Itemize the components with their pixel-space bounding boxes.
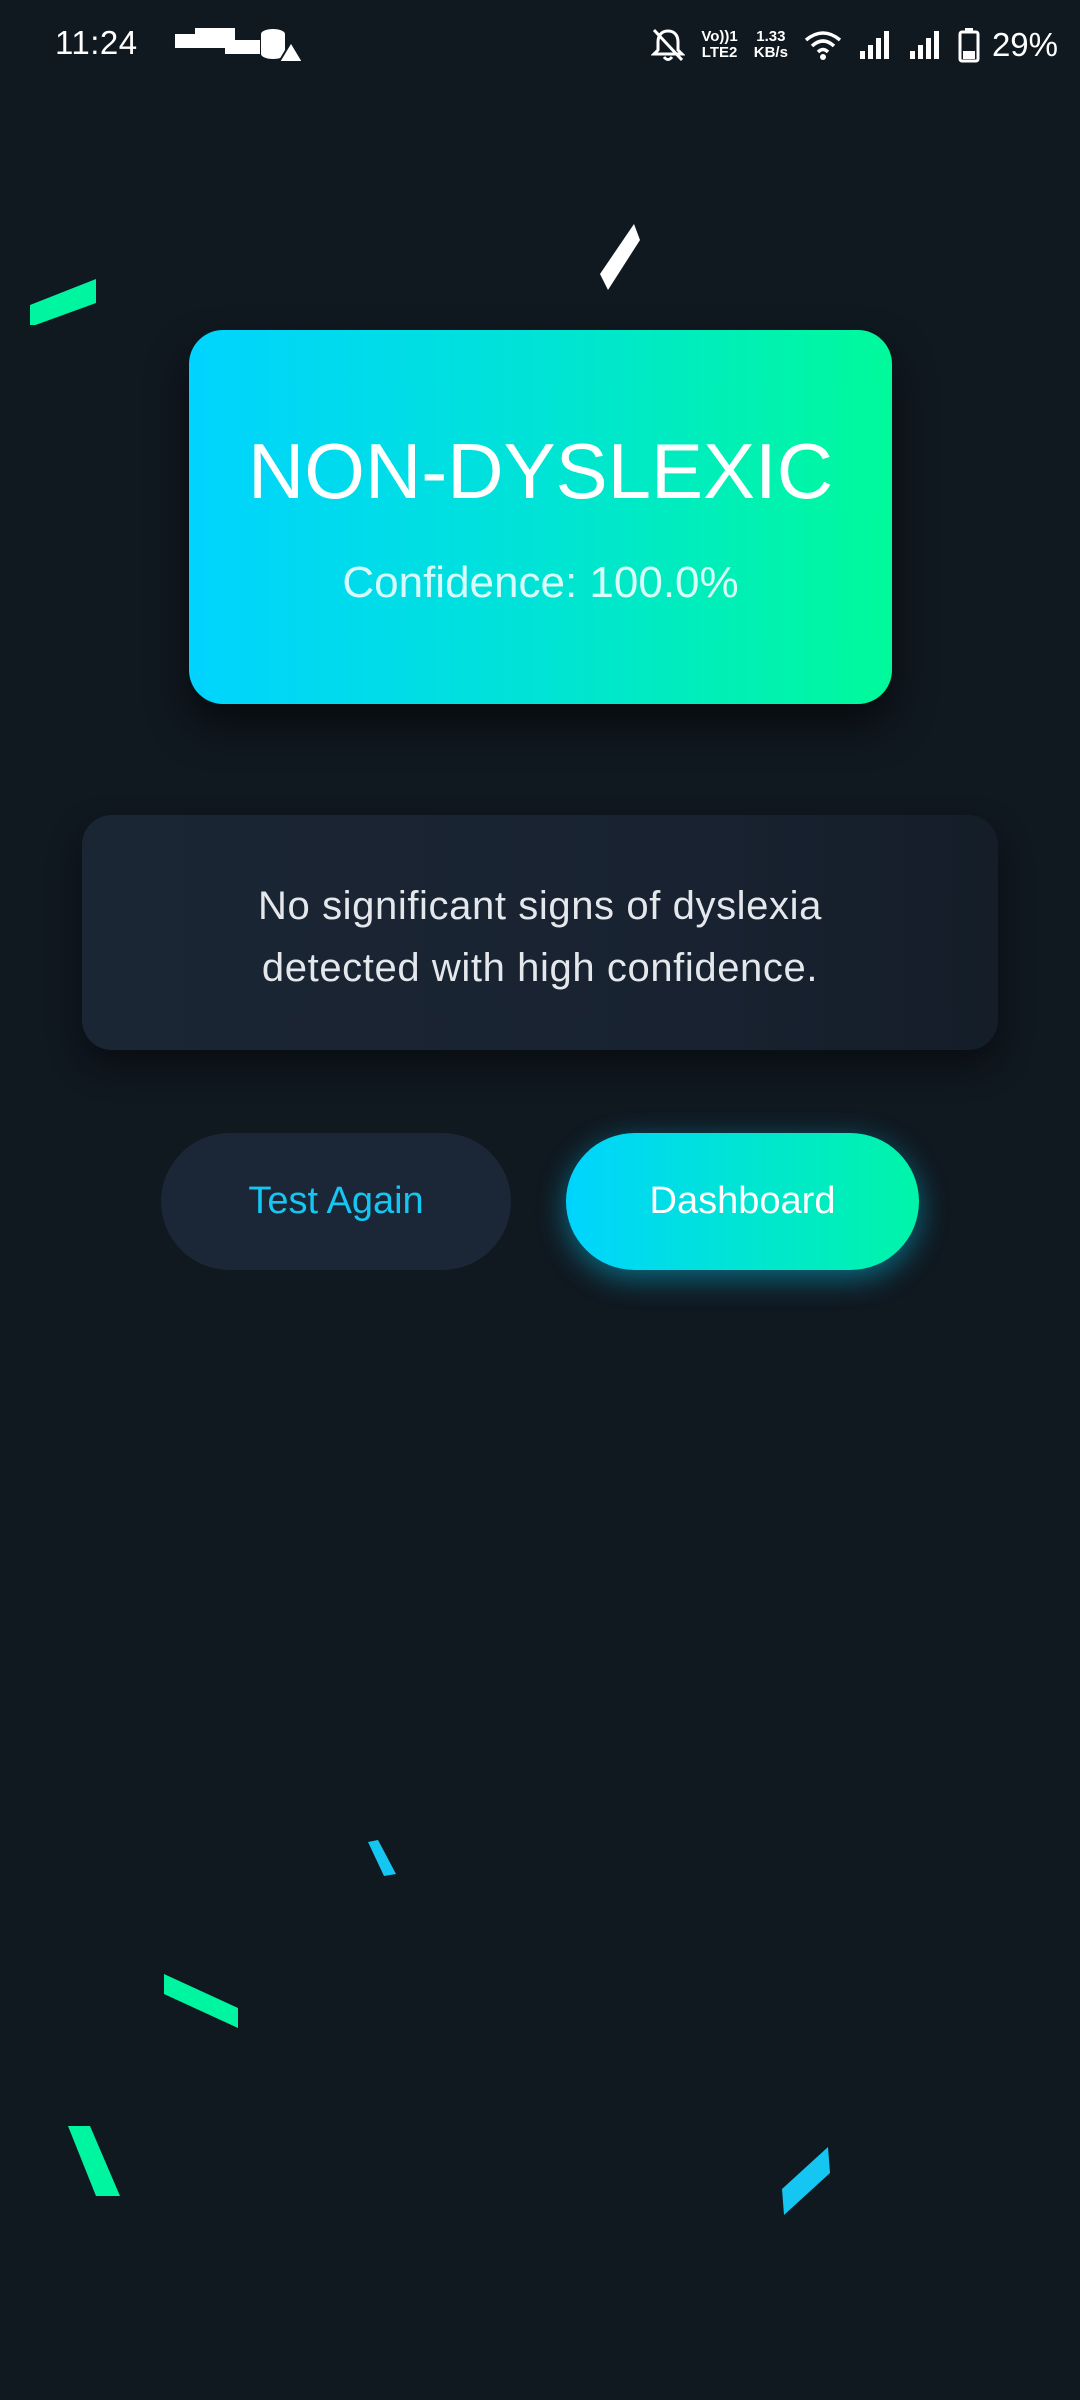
battery-icon: [958, 28, 980, 63]
status-bar: 11:24 Vo))1 LTE2 1.33 KB/s 29%: [0, 0, 1080, 90]
confetti-piece: [68, 2126, 120, 2196]
message-card: No significant signs of dyslexia detecte…: [82, 815, 998, 1050]
message-line: detected with high confidence.: [261, 946, 819, 990]
battery-percent: 29%: [991, 26, 1058, 63]
notification-icons: [175, 24, 305, 64]
result-label: NON-DYSLEXIC: [247, 427, 834, 515]
test-again-button[interactable]: Test Again: [161, 1133, 511, 1270]
network-speed: 1.33 KB/s: [753, 28, 788, 61]
network-type: Vo))1 LTE2: [701, 28, 738, 61]
confetti-piece: [782, 2147, 830, 2215]
confetti-piece: [600, 224, 640, 290]
dashboard-button[interactable]: Dashboard: [566, 1133, 919, 1270]
confetti-piece: [368, 1840, 396, 1876]
status-right-group: Vo))1 LTE2 1.33 KB/s 29%: [651, 18, 1058, 72]
confetti-piece: [30, 279, 96, 325]
result-message: No significant signs of dyslexia detecte…: [142, 875, 938, 999]
status-time: 11:24: [55, 24, 138, 61]
confidence-text: Confidence: 100.0%: [342, 558, 739, 607]
signal-icon: [859, 31, 889, 59]
result-card: NON-DYSLEXIC Confidence: 100.0%: [189, 330, 892, 704]
message-line: No significant signs of dyslexia: [258, 884, 822, 928]
confetti-piece: [164, 1974, 238, 2028]
mute-bell-icon: [651, 28, 686, 62]
signal-icon-2: [909, 31, 939, 59]
wifi-icon: [804, 31, 842, 60]
